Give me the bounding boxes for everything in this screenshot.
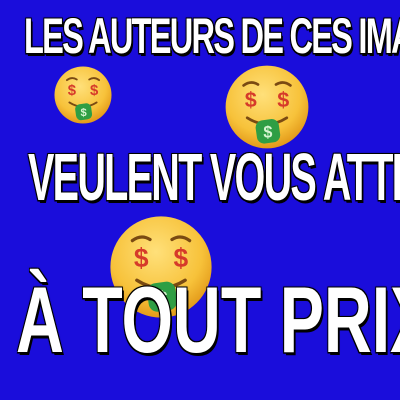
money-mouth-face-icon: $ $ $ (54, 66, 112, 124)
svg-text:$: $ (277, 87, 289, 112)
svg-text:$: $ (90, 83, 99, 99)
svg-text:$: $ (68, 83, 77, 99)
svg-text:$: $ (245, 87, 257, 112)
svg-text:$: $ (81, 107, 88, 119)
caption-line-1: LES AUTEURS DE CES IMAGES (24, 8, 400, 64)
caption-line-3: À TOUT PRIX (16, 269, 400, 373)
meme-image: LES AUTEURS DE CES IMAGES $ $ $ (0, 0, 400, 400)
caption-line-2: VEULENT VOUS ATTIRER (28, 139, 400, 215)
